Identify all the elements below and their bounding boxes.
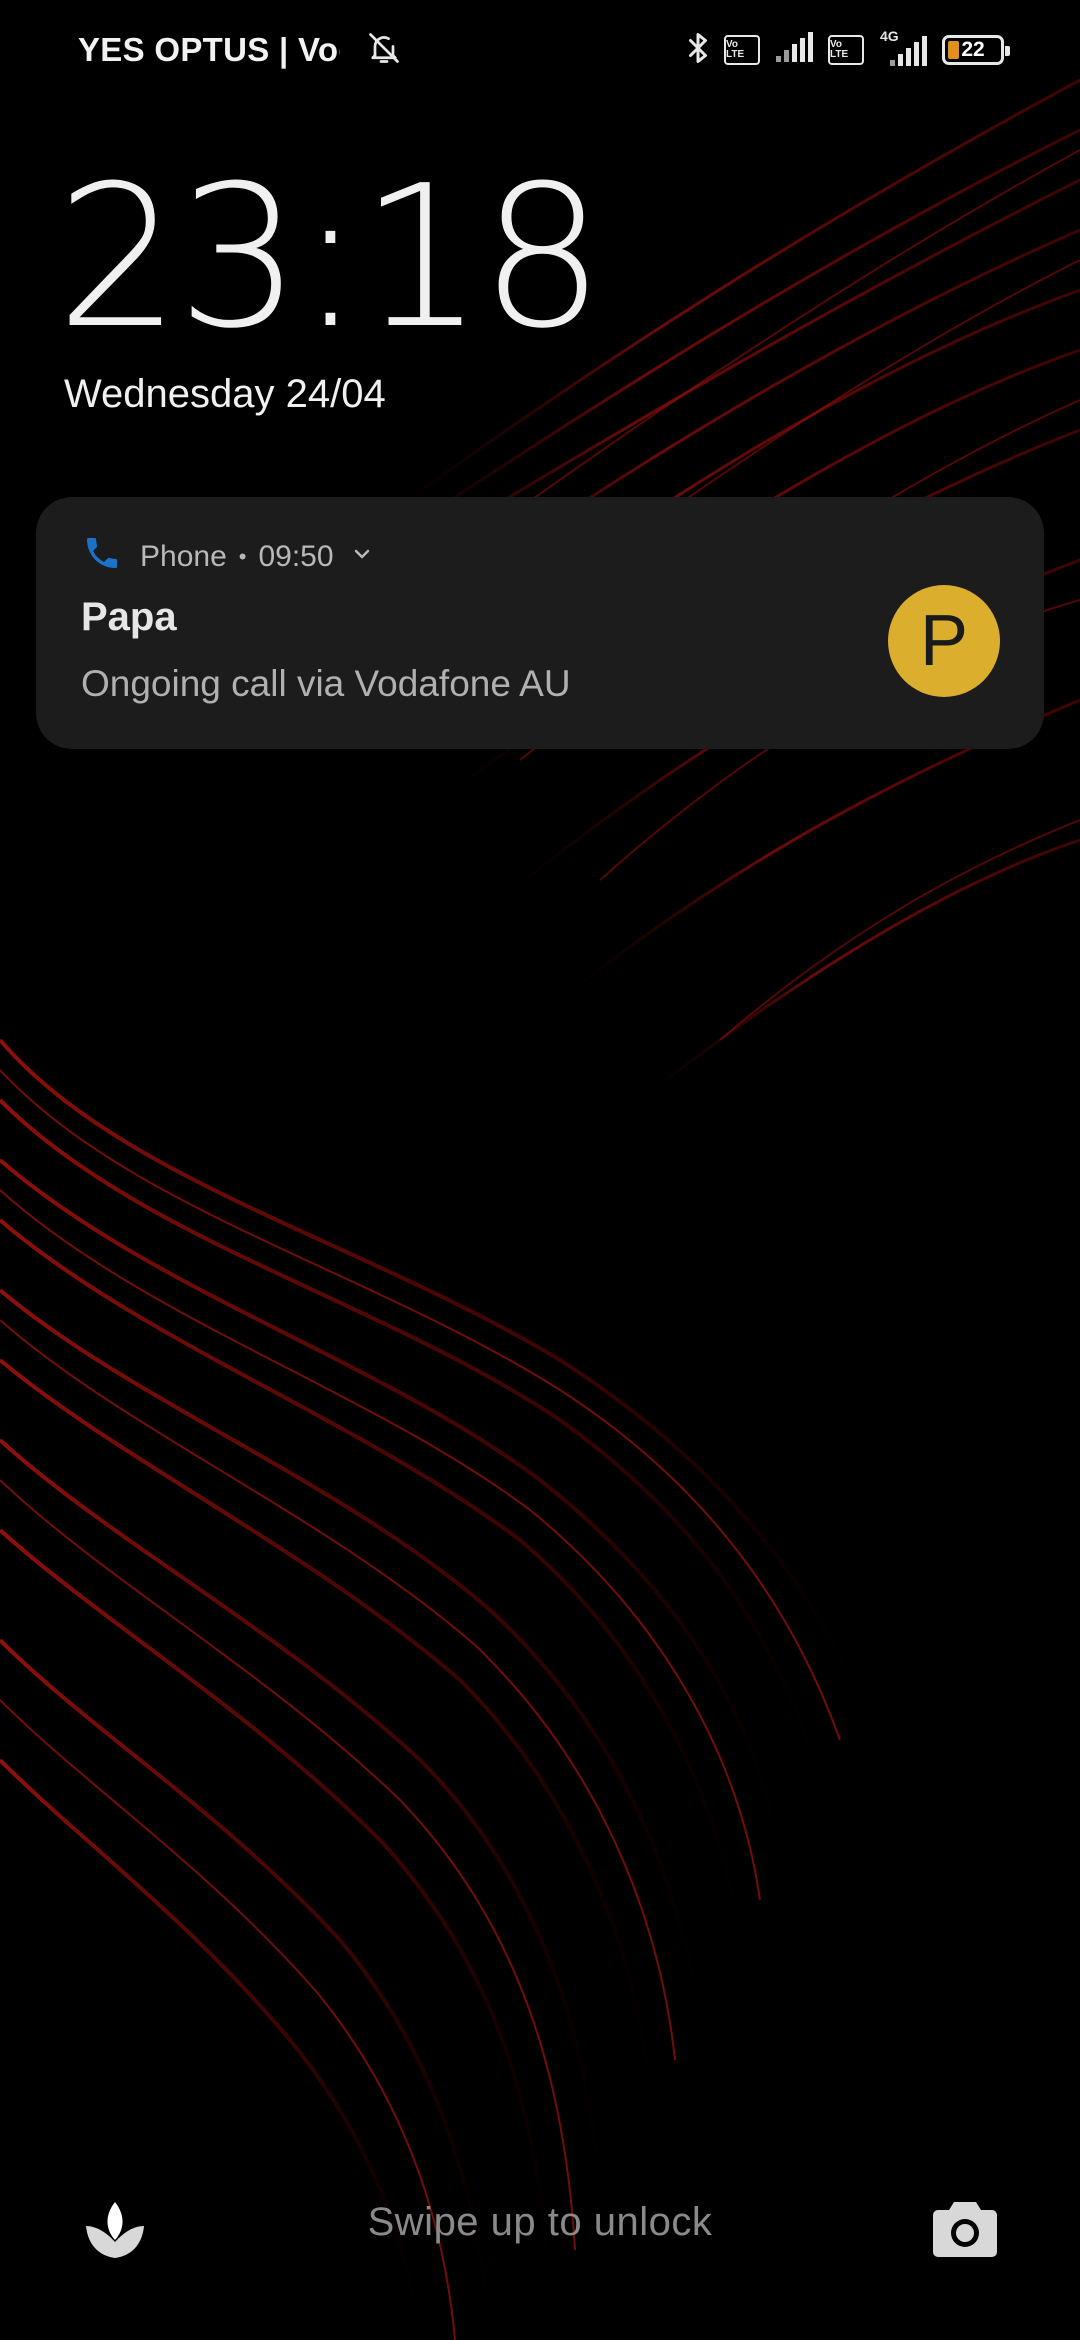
chevron-down-icon[interactable] xyxy=(350,540,374,574)
notification-body: Ongoing call via Vodafone AU xyxy=(81,663,571,704)
notification-time: 09:50 xyxy=(258,540,334,573)
signal-icon xyxy=(774,31,814,69)
swipe-to-unlock-label: Swipe up to unlock xyxy=(367,2200,713,2244)
bluetooth-icon xyxy=(686,30,710,71)
phone-icon xyxy=(82,533,122,581)
notification-app-name: Phone xyxy=(140,540,227,573)
camera-icon[interactable] xyxy=(932,2196,998,2258)
notification-header: Phone • 09:50 xyxy=(82,533,374,581)
signal-4g-icon: 4G xyxy=(878,28,928,68)
avatar-letter: P xyxy=(919,601,969,681)
clock: 23:18 xyxy=(56,144,605,372)
battery-level: 22 xyxy=(961,38,985,61)
call-notification[interactable]: Phone • 09:50 Papa Ongoing call via Voda… xyxy=(36,497,1044,749)
date: Wednesday 24/04 xyxy=(64,372,386,416)
lock-screen: YES OPTUS | Vodafone AU Vo LTE xyxy=(0,0,1080,2340)
carrier-label: YES OPTUS | Vodafone AU xyxy=(78,31,340,68)
battery-icon: 22 xyxy=(942,35,1010,65)
volte-icon: Vo LTE xyxy=(828,35,864,65)
avatar: P xyxy=(888,585,1000,697)
volte-icon: Vo LTE xyxy=(724,35,760,65)
notification-separator: • xyxy=(238,544,247,569)
status-bar: YES OPTUS | Vodafone AU Vo LTE xyxy=(0,0,1080,100)
notification-title: Papa xyxy=(81,595,177,639)
bell-off-icon xyxy=(366,30,402,71)
